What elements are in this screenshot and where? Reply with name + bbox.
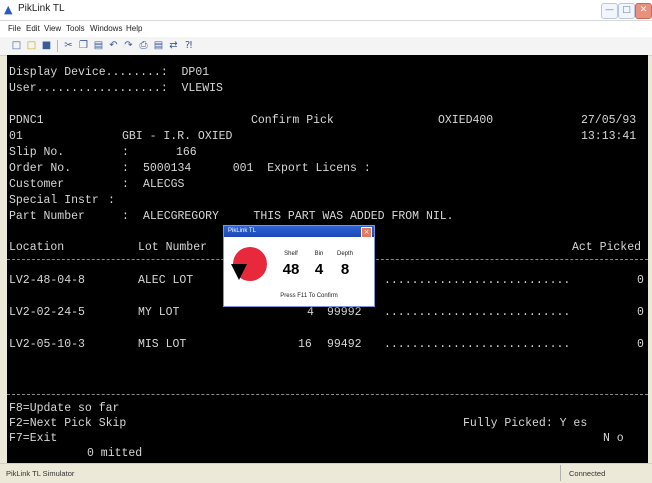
col-lot-number: Lot Number bbox=[138, 241, 208, 254]
row-picked: 0 bbox=[637, 274, 644, 287]
user-line: User..................: VLEWIS bbox=[9, 82, 223, 95]
slip-sep: : bbox=[122, 146, 129, 159]
toolbar: □ □ ■ ✂ ❐ ▤ ↶ ↷ ⎙ ▤ ⇄ ⁈ bbox=[0, 37, 652, 56]
slip-value: 166 bbox=[176, 146, 197, 159]
minimize-button[interactable]: — bbox=[601, 3, 618, 19]
depth-value: 8 bbox=[340, 261, 350, 278]
display-device-line: Display Device........: DP01 bbox=[9, 66, 210, 79]
footer-divider bbox=[7, 394, 648, 395]
shelf-value: 48 bbox=[282, 261, 300, 278]
row-bin: 99992 bbox=[327, 306, 362, 319]
redo-icon[interactable]: ↷ bbox=[122, 39, 135, 52]
menu-file[interactable]: File bbox=[8, 24, 21, 33]
popup-title: PikLink TL bbox=[228, 228, 256, 234]
menu-view[interactable]: View bbox=[44, 24, 61, 33]
status-text: PikLink TL Simulator bbox=[6, 469, 75, 478]
popup-close-button[interactable]: × bbox=[361, 227, 372, 238]
connect-icon[interactable]: ⇄ bbox=[167, 39, 180, 52]
fully-picked-label: Fully Picked: Y es bbox=[463, 417, 588, 430]
popup-title-bar: PikLink TL × bbox=[224, 226, 374, 238]
title-bar: ▲ PikLink TL — □ ✕ bbox=[0, 0, 652, 21]
cut-icon[interactable]: ✂ bbox=[62, 39, 75, 52]
menu-help[interactable]: Help bbox=[126, 24, 142, 33]
special-instr-sep: : bbox=[108, 194, 115, 207]
row-pick-entry[interactable]: ........................... bbox=[384, 306, 570, 319]
toolbar-divider bbox=[57, 40, 58, 52]
menu-tools[interactable]: Tools bbox=[66, 24, 85, 33]
paste-icon[interactable]: ▤ bbox=[92, 39, 105, 52]
fully-picked-no: N o bbox=[603, 432, 624, 445]
bin-label: Bin bbox=[314, 251, 324, 257]
special-instr-label: Special Instr bbox=[9, 194, 99, 207]
row-location: LV2-05-10-3 bbox=[9, 338, 85, 351]
f8-update-key[interactable]: F8=Update so far bbox=[9, 402, 119, 415]
bin-value: 4 bbox=[314, 261, 324, 278]
row-qty: 16 bbox=[298, 338, 312, 351]
menu-bar: File Edit View Tools Windows Help bbox=[0, 21, 652, 37]
row-lot: ALEC LOT bbox=[138, 274, 194, 287]
window-title: PikLink TL bbox=[18, 3, 65, 14]
status-bar: PikLink TL Simulator Connected bbox=[0, 463, 652, 483]
undo-icon[interactable]: ↶ bbox=[107, 39, 120, 52]
shelf-label: Shelf bbox=[284, 251, 298, 257]
screen-date: 27/05/93 bbox=[581, 114, 637, 127]
program-id: PDNC1 bbox=[9, 114, 44, 127]
row-location: LV2-48-04-8 bbox=[9, 274, 85, 287]
open-icon[interactable]: □ bbox=[25, 39, 38, 52]
row-lot: MY LOT bbox=[138, 306, 180, 319]
col-act-picked: Act Picked bbox=[572, 241, 642, 254]
confirm-hint: Press F11 To Confirm bbox=[280, 293, 338, 299]
pick-location-popup[interactable]: PikLink TL × Shelf Bin Depth 48 4 8 Pres… bbox=[223, 225, 375, 307]
row-picked: 0 bbox=[637, 306, 644, 319]
part-number-value: ALECGREGORY THIS PART WAS ADDED FROM NIL… bbox=[143, 210, 454, 223]
close-button[interactable]: ✕ bbox=[635, 3, 652, 19]
screen-title: Confirm Pick bbox=[251, 114, 334, 127]
order-label: Order No. bbox=[9, 162, 72, 175]
row-qty: 4 bbox=[307, 306, 314, 319]
order-value: 5000134 001 Export Licens : bbox=[143, 162, 371, 175]
customer-label: Customer bbox=[9, 178, 65, 191]
menu-edit[interactable]: Edit bbox=[26, 24, 40, 33]
maximize-button[interactable]: □ bbox=[618, 3, 635, 19]
row-bin: 99492 bbox=[327, 338, 362, 351]
omitted-text: 0 mitted bbox=[87, 447, 143, 460]
depth-label: Depth bbox=[336, 251, 353, 257]
customer-sep: : bbox=[122, 178, 129, 191]
part-number-label: Part Number bbox=[9, 210, 85, 223]
row-location: LV2-02-24-5 bbox=[9, 306, 85, 319]
copy-icon[interactable]: ❐ bbox=[77, 39, 90, 52]
new-icon[interactable]: □ bbox=[10, 39, 23, 52]
print-icon[interactable]: ⎙ bbox=[137, 39, 150, 52]
connection-panel: Connected bbox=[560, 465, 651, 481]
company-name: GBI - I.R. OXIED bbox=[122, 130, 233, 143]
app-window: ▲ PikLink TL — □ ✕ File Edit View Tools … bbox=[0, 0, 652, 483]
row-pick-entry[interactable]: ........................... bbox=[384, 338, 570, 351]
save-icon[interactable]: ■ bbox=[40, 39, 53, 52]
menu-windows[interactable]: Windows bbox=[90, 24, 122, 33]
scanner-icon: ▲ bbox=[4, 3, 13, 16]
row-picked: 0 bbox=[637, 338, 644, 351]
connection-status: Connected bbox=[569, 469, 606, 478]
order-sep: : bbox=[122, 162, 129, 175]
f2-next-pick-key[interactable]: F2=Next Pick Skip bbox=[9, 417, 126, 430]
terminal-id: OXIED400 bbox=[438, 114, 494, 127]
company-number: 01 bbox=[9, 130, 23, 143]
preview-icon[interactable]: ▤ bbox=[152, 39, 165, 52]
part-number-sep: : bbox=[122, 210, 129, 223]
down-arrow-icon bbox=[231, 264, 247, 280]
screen-time: 13:13:41 bbox=[581, 130, 637, 143]
help-icon[interactable]: ⁈ bbox=[182, 39, 195, 52]
row-pick-entry[interactable]: ........................... bbox=[384, 274, 570, 287]
col-location: Location bbox=[9, 241, 65, 254]
customer-value: ALECGS bbox=[143, 178, 185, 191]
row-lot: MIS LOT bbox=[138, 338, 187, 351]
slip-label: Slip No. bbox=[9, 146, 65, 159]
f7-exit-key[interactable]: F7=Exit bbox=[9, 432, 57, 445]
